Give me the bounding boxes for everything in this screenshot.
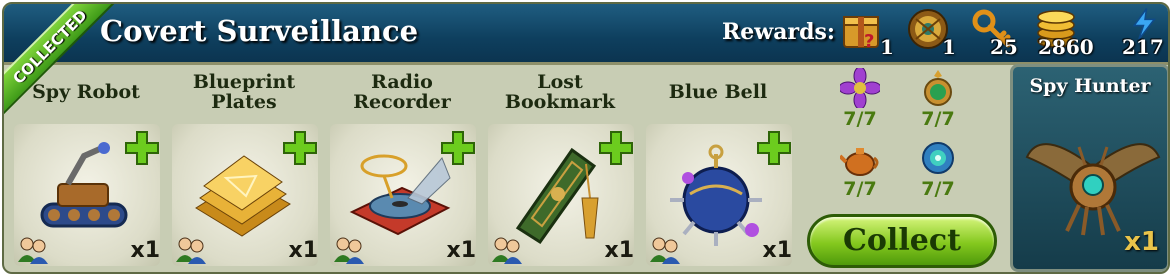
reward-count: 1 bbox=[942, 35, 956, 59]
friends-help-icon[interactable] bbox=[648, 236, 682, 264]
collection-items: Spy Robot x1 Blueprint Plates x1 Radio R… bbox=[10, 68, 800, 268]
collect-button[interactable]: Collect bbox=[807, 214, 997, 268]
blue-gem-icon bbox=[922, 142, 954, 174]
final-reward-quantity: x1 bbox=[1124, 227, 1159, 257]
collection-header: Covert Surveillance Rewards: ? 1 1 25 28… bbox=[4, 4, 1168, 65]
requirement-item[interactable]: 7/7 bbox=[830, 68, 890, 134]
item-quantity: x1 bbox=[288, 238, 319, 263]
add-icon[interactable] bbox=[124, 130, 160, 166]
item-name: Lost Bookmark bbox=[504, 71, 616, 113]
requirement-item[interactable]: 7/7 bbox=[908, 138, 968, 204]
reward-mystery-box: ? 1 bbox=[840, 7, 894, 59]
green-pendant-icon bbox=[924, 70, 952, 106]
item-quantity: x1 bbox=[762, 238, 793, 263]
collection-item[interactable]: Blue Bell x1 bbox=[642, 68, 794, 268]
rewards-label: Rewards: bbox=[722, 19, 835, 45]
teapot-icon bbox=[840, 148, 879, 176]
item-quantity: x1 bbox=[604, 238, 635, 263]
purple-flower-icon bbox=[840, 68, 880, 108]
final-reward-card: Spy Hunter x1 bbox=[1010, 64, 1168, 272]
requirement-item[interactable]: 7/7 bbox=[908, 68, 968, 134]
collection-title: Covert Surveillance bbox=[100, 14, 419, 48]
add-icon[interactable] bbox=[440, 130, 476, 166]
reward-count: 2860 bbox=[1038, 35, 1094, 59]
reward-count: 1 bbox=[880, 35, 894, 59]
item-quantity: x1 bbox=[130, 238, 161, 263]
reward-keys: 25 bbox=[970, 7, 1020, 59]
reward-count: 217 bbox=[1122, 35, 1164, 59]
collection-item[interactable]: Spy Robot x1 bbox=[10, 68, 162, 268]
svg-text:?: ? bbox=[864, 31, 874, 51]
mystery-box-icon: ? bbox=[843, 16, 879, 51]
collection-panel: Covert Surveillance Rewards: ? 1 1 25 28… bbox=[2, 2, 1170, 274]
reward-amulet: 1 bbox=[906, 7, 966, 59]
collection-item[interactable]: Lost Bookmark x1 bbox=[484, 68, 636, 268]
add-icon[interactable] bbox=[282, 130, 318, 166]
requirement-progress: 7/7 bbox=[921, 178, 955, 200]
requirement-progress: 7/7 bbox=[843, 178, 877, 200]
add-icon[interactable] bbox=[598, 130, 634, 166]
friends-help-icon[interactable] bbox=[174, 236, 208, 264]
item-name: Radio Recorder bbox=[353, 71, 451, 113]
friends-help-icon[interactable] bbox=[16, 236, 50, 264]
friends-help-icon[interactable] bbox=[332, 236, 366, 264]
item-name: Blueprint Plates bbox=[192, 71, 296, 113]
requirement-progress: 7/7 bbox=[921, 108, 955, 130]
requirement-item[interactable]: 7/7 bbox=[830, 138, 890, 204]
add-icon[interactable] bbox=[756, 130, 792, 166]
item-quantity: x1 bbox=[446, 238, 477, 263]
reward-coins: 2860 bbox=[1034, 7, 1110, 59]
friends-help-icon[interactable] bbox=[490, 236, 524, 264]
reward-count: 25 bbox=[990, 35, 1018, 59]
requirement-progress: 7/7 bbox=[843, 108, 877, 130]
collection-item[interactable]: Blueprint Plates x1 bbox=[168, 68, 320, 268]
collection-item[interactable]: Radio Recorder x1 bbox=[326, 68, 478, 268]
reward-energy: 217 bbox=[1122, 7, 1168, 59]
final-reward-name: Spy Hunter bbox=[1029, 75, 1151, 97]
item-name: Blue Bell bbox=[668, 81, 768, 103]
